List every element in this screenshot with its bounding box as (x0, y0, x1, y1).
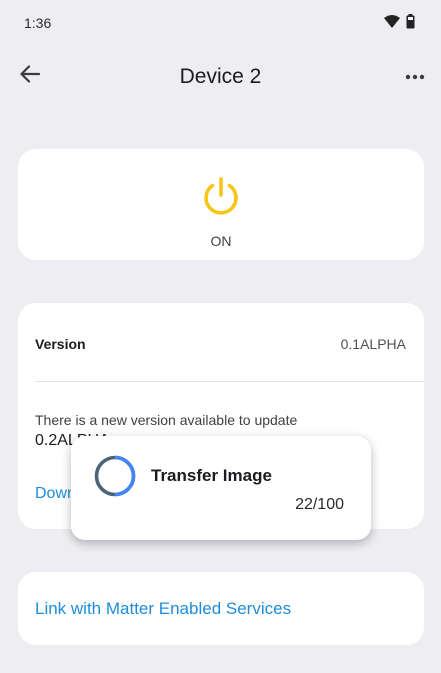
status-bar: 1:36 (0, 0, 441, 48)
status-icons (384, 14, 415, 34)
gesture-bar (0, 659, 441, 673)
dialog-progress: 22/100 (295, 496, 344, 513)
matter-link-card[interactable]: Link with Matter Enabled Services (18, 572, 424, 645)
progress-spinner (93, 454, 137, 498)
app-bar: Device 2 (0, 48, 441, 104)
divider (35, 381, 424, 382)
dialog-title: Transfer Image (151, 466, 272, 485)
battery-icon (406, 14, 415, 34)
transfer-dialog: Transfer Image 22/100 (71, 436, 371, 540)
more-horizontal-icon (405, 67, 425, 85)
more-options-button[interactable] (401, 64, 429, 88)
version-label: Version (35, 336, 86, 352)
power-toggle-button[interactable] (200, 175, 242, 217)
version-value: 0.1ALPHA (340, 336, 406, 352)
loading-spinner-icon (93, 455, 137, 502)
wifi-icon (384, 15, 400, 33)
status-time: 1:36 (24, 15, 52, 31)
power-state-label: ON (210, 233, 232, 249)
power-card: ON (18, 149, 424, 260)
power-icon (200, 177, 242, 221)
page-title: Device 2 (179, 65, 262, 88)
update-message: There is a new version available to upda… (35, 412, 298, 428)
matter-link[interactable]: Link with Matter Enabled Services (35, 599, 291, 619)
